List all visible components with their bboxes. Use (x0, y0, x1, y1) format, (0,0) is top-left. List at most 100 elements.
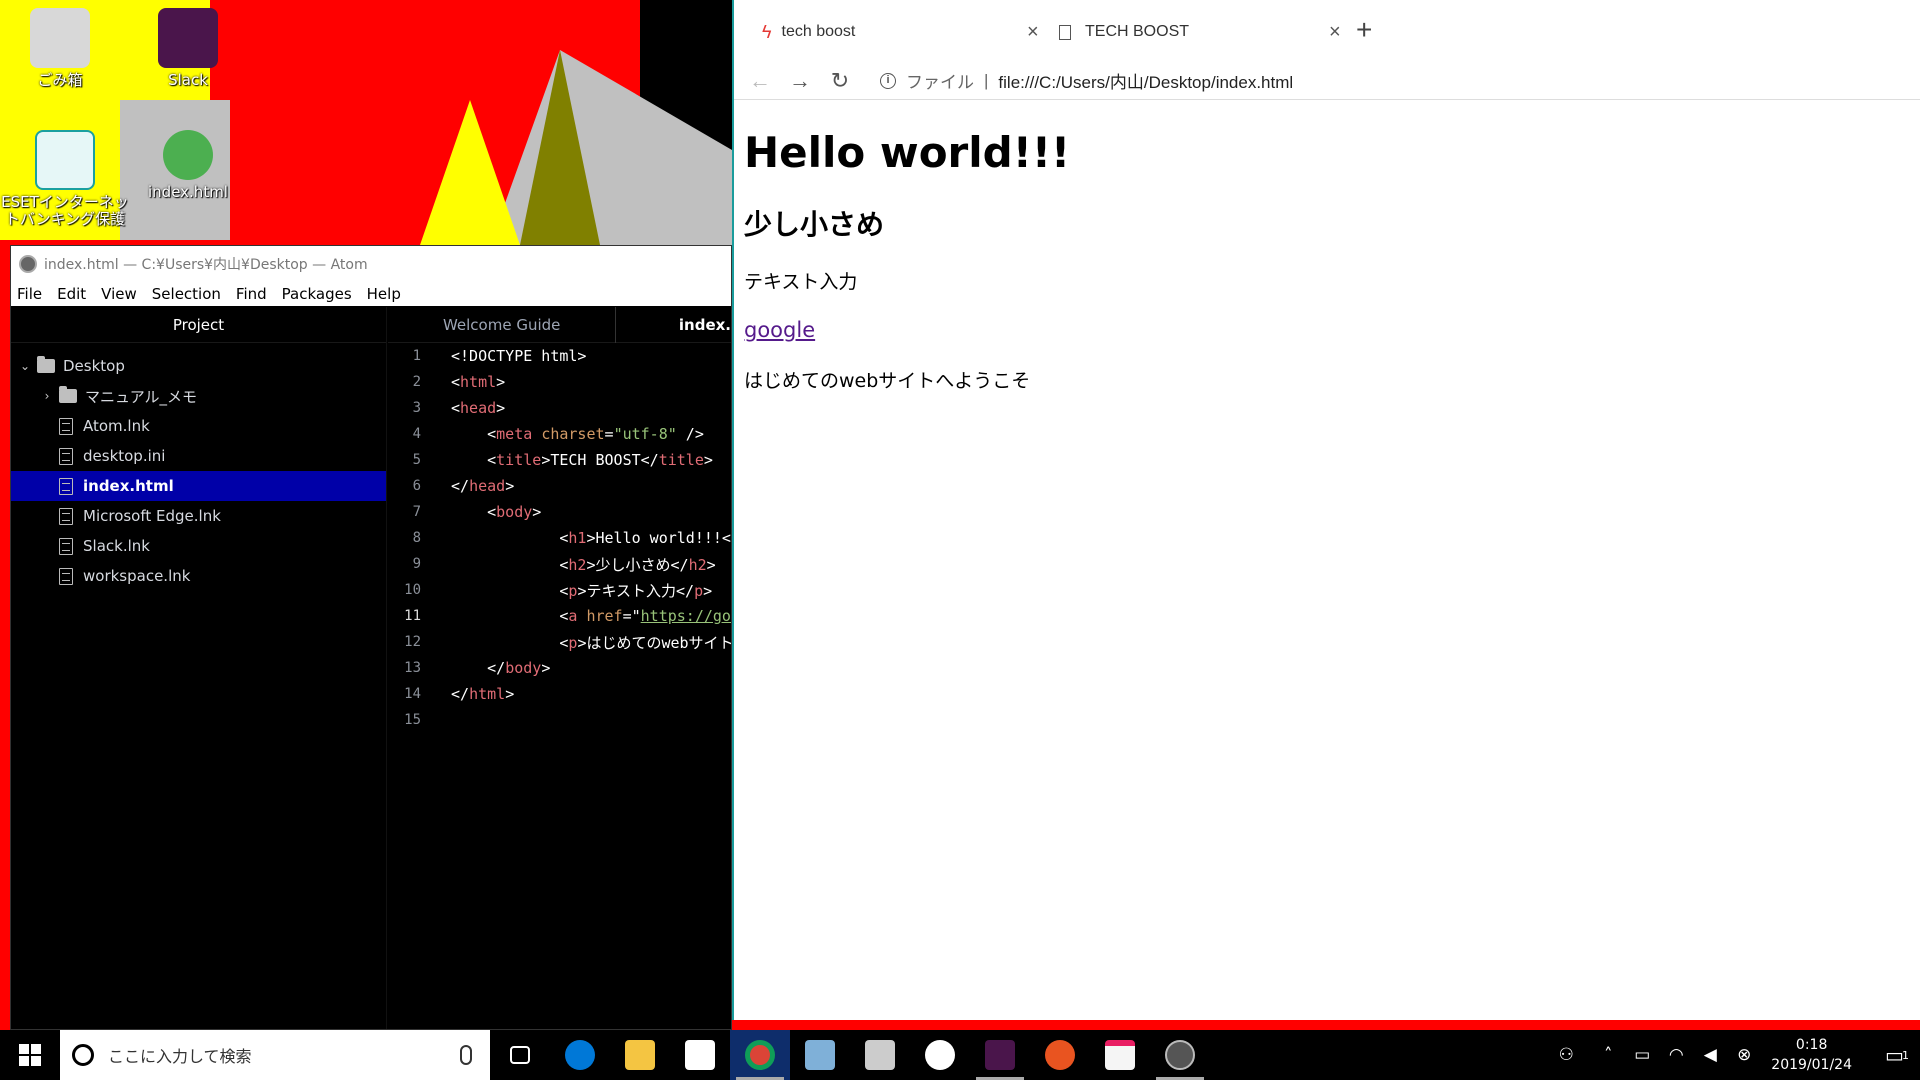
action-center-button[interactable]: ▭ 1 (1874, 1030, 1920, 1080)
code-line[interactable]: 7 <body> (388, 499, 731, 525)
code-text: <title>TECH BOOST</title> (451, 451, 713, 469)
taskbar-app-circle[interactable] (910, 1030, 970, 1080)
menu-help[interactable]: Help (367, 285, 401, 303)
code-line[interactable]: 2 <html> (388, 369, 731, 395)
code-text: <h2>少し小さめ</h2> (451, 555, 716, 574)
chrome-tab-tech-boost-upper[interactable]: TECH BOOST × (1059, 14, 1349, 50)
menu-edit[interactable]: Edit (57, 285, 86, 303)
menu-file[interactable]: File (17, 285, 42, 303)
security-alert-icon[interactable]: ⊗ (1727, 1045, 1761, 1065)
code-line[interactable]: 8 <h1>Hello world!!!</h1> (388, 525, 731, 551)
code-line[interactable]: 11 <a href="https://google.c (388, 603, 731, 629)
code-line[interactable]: 10 <p>テキスト入力</p> (388, 577, 731, 603)
reload-icon[interactable]: ↻ (820, 68, 860, 94)
code-line[interactable]: 4 <meta charset="utf-8" /> (388, 421, 731, 447)
chevron-down-icon[interactable]: ⌄ (19, 359, 31, 373)
taskbar-chrome[interactable] (730, 1030, 790, 1080)
clock-date: 2019/01/24 (1771, 1057, 1852, 1073)
tree-item-manual-memo[interactable]: › マニュアル_メモ (11, 381, 386, 411)
taskbar: ここに入力して検索 ⚇ ˄ ▭ ◠ ◀ ⊗ 0:18 2019/01/24 ▭ … (0, 1030, 1920, 1080)
folder-icon (59, 386, 77, 403)
line-number: 4 (412, 426, 421, 442)
tree-item-slack-lnk[interactable]: Slack.lnk (11, 531, 386, 561)
chrome-tab-tech-boost[interactable]: ϟ tech boost × (762, 14, 1052, 50)
line-number: 15 (404, 712, 421, 728)
code-editor[interactable]: 1 <!DOCTYPE html> 2 <html> 3 <head> 4 <meta ch… (388, 343, 731, 1029)
line-number: 10 (404, 582, 421, 598)
taskbar-store[interactable] (670, 1030, 730, 1080)
code-line[interactable]: 1 <!DOCTYPE html> (388, 343, 731, 369)
code-line[interactable]: 12 <p>はじめてのwebサイトへよ (388, 629, 731, 655)
code-line[interactable]: 3 <head> (388, 395, 731, 421)
google-link[interactable]: google (744, 318, 815, 342)
desktop-icon-index-html[interactable]: index.html (128, 130, 248, 201)
new-tab-button[interactable]: + (1356, 14, 1372, 46)
info-icon[interactable]: i (880, 72, 896, 89)
taskbar-notepad[interactable] (850, 1030, 910, 1080)
start-button[interactable] (0, 1030, 60, 1080)
tree-item-desktop-ini[interactable]: desktop.ini (11, 441, 386, 471)
forward-arrow-icon[interactable]: → (780, 68, 820, 94)
close-tab-icon[interactable]: × (1329, 21, 1341, 44)
back-arrow-icon[interactable]: ← (740, 68, 780, 94)
tree-item-edge-lnk[interactable]: Microsoft Edge.lnk (11, 501, 386, 531)
volume-icon[interactable]: ◀ (1693, 1045, 1727, 1065)
taskbar-edge[interactable] (550, 1030, 610, 1080)
tab-welcome-guide[interactable]: Welcome Guide (388, 307, 615, 343)
code-text: <a href="https://google.c (451, 607, 731, 625)
address-bar: ← → ↻ i ファイル | file:///C:/Users/内山/Deskt… (734, 62, 1920, 100)
desktop-icon-slack[interactable]: Slack (128, 8, 248, 89)
page-welcome-paragraph: はじめてのwebサイトへようこそ (744, 370, 1031, 392)
folder-icon (37, 356, 55, 373)
tree-item-label: Desktop (63, 357, 125, 375)
taskbar-clock[interactable]: 0:18 2019/01/24 (1771, 1035, 1852, 1075)
chrome-html-file-icon (163, 130, 213, 180)
tab-index-html[interactable]: index. (615, 307, 731, 343)
close-tab-icon[interactable]: × (1027, 21, 1039, 44)
code-line[interactable]: 9 <h2>少し小さめ</h2> (388, 551, 731, 577)
menu-view[interactable]: View (101, 285, 137, 303)
taskbar-file-explorer[interactable] (610, 1030, 670, 1080)
taskbar-slack[interactable] (970, 1030, 1030, 1080)
code-text: </body> (451, 659, 551, 677)
microphone-icon[interactable] (460, 1045, 472, 1065)
menu-packages[interactable]: Packages (282, 285, 352, 303)
code-line[interactable]: 15 (388, 707, 731, 733)
taskbar-atom[interactable] (1150, 1030, 1210, 1080)
atom-workspace: Project ⌄ Desktop › マニュアル_メモ Atom.lnk de… (11, 307, 731, 1029)
line-number: 13 (404, 660, 421, 676)
code-line[interactable]: 5 <title>TECH BOOST</title> (388, 447, 731, 473)
tech-boost-favicon-icon: ϟ (762, 21, 772, 42)
code-text: <p>テキスト入力</p> (451, 581, 713, 600)
menu-selection[interactable]: Selection (152, 285, 221, 303)
atom-titlebar[interactable]: index.html — C:¥Users¥内山¥Desktop — Atom (11, 246, 731, 282)
chevron-up-icon[interactable]: ˄ (1591, 1045, 1625, 1065)
desktop-icon-label: ESETインターネットバンキング保護 (1, 193, 129, 228)
tree-item-workspace-lnk[interactable]: workspace.lnk (11, 561, 386, 591)
taskbar-control-panel[interactable] (790, 1030, 850, 1080)
tree-item-desktop[interactable]: ⌄ Desktop (11, 351, 386, 381)
tree-item-index-html[interactable]: index.html (11, 471, 386, 501)
code-line[interactable]: 14 </html> (388, 681, 731, 707)
task-view-button[interactable] (490, 1030, 550, 1080)
code-text: <p>はじめてのwebサイトへよ (451, 633, 731, 652)
project-tab[interactable]: Project (11, 307, 386, 343)
wifi-icon[interactable]: ◠ (1659, 1045, 1693, 1065)
desktop-icon-recycle-bin[interactable]: ごみ箱 (0, 8, 120, 89)
code-line[interactable]: 6 </head> (388, 473, 731, 499)
line-number: 12 (404, 634, 421, 650)
file-icon (59, 417, 73, 435)
people-icon[interactable]: ⚇ (1549, 1045, 1583, 1065)
chevron-right-icon[interactable]: › (41, 389, 53, 403)
url-input[interactable]: file:///C:/Users/内山/Desktop/index.html (998, 68, 1293, 93)
taskbar-ubuntu[interactable] (1030, 1030, 1090, 1080)
app-circle-icon (925, 1040, 955, 1070)
taskbar-sticky[interactable] (1090, 1030, 1150, 1080)
menu-find[interactable]: Find (236, 285, 267, 303)
desktop-icon-eset[interactable]: ESETインターネットバンキング保護 (0, 130, 130, 228)
tree-item-label: Slack.lnk (83, 537, 150, 555)
code-line[interactable]: 13 </body> (388, 655, 731, 681)
taskbar-search-box[interactable]: ここに入力して検索 (60, 1030, 490, 1080)
tree-item-atom-lnk[interactable]: Atom.lnk (11, 411, 386, 441)
battery-icon[interactable]: ▭ (1625, 1045, 1659, 1065)
